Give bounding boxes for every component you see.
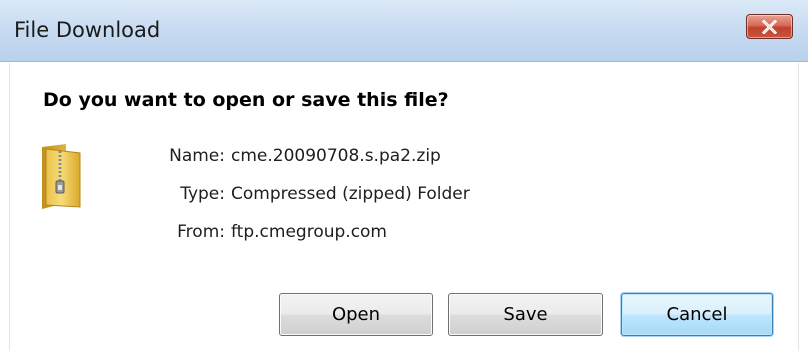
- dialog-question: Do you want to open or save this file?: [43, 89, 449, 111]
- title-bar[interactable]: File Download: [0, 0, 808, 62]
- close-icon: [762, 19, 777, 34]
- save-button[interactable]: Save: [448, 293, 603, 336]
- dialog-content: Do you want to open or save this file? N…: [9, 63, 799, 351]
- file-type-label: Type:: [180, 184, 225, 204]
- file-type-value: Compressed (zipped) Folder: [231, 184, 470, 204]
- file-source-value: ftp.cmegroup.com: [231, 222, 387, 242]
- cancel-button[interactable]: Cancel: [621, 293, 773, 336]
- file-source-label: From:: [177, 222, 225, 242]
- file-name-label: Name:: [169, 146, 225, 166]
- file-name-value: cme.20090708.s.pa2.zip: [231, 146, 441, 166]
- open-button[interactable]: Open: [279, 293, 433, 336]
- close-button[interactable]: [746, 14, 793, 39]
- zip-folder-icon: [42, 144, 81, 209]
- window-title: File Download: [14, 18, 161, 42]
- file-download-dialog: File Download Do you want to open or sav…: [0, 0, 808, 351]
